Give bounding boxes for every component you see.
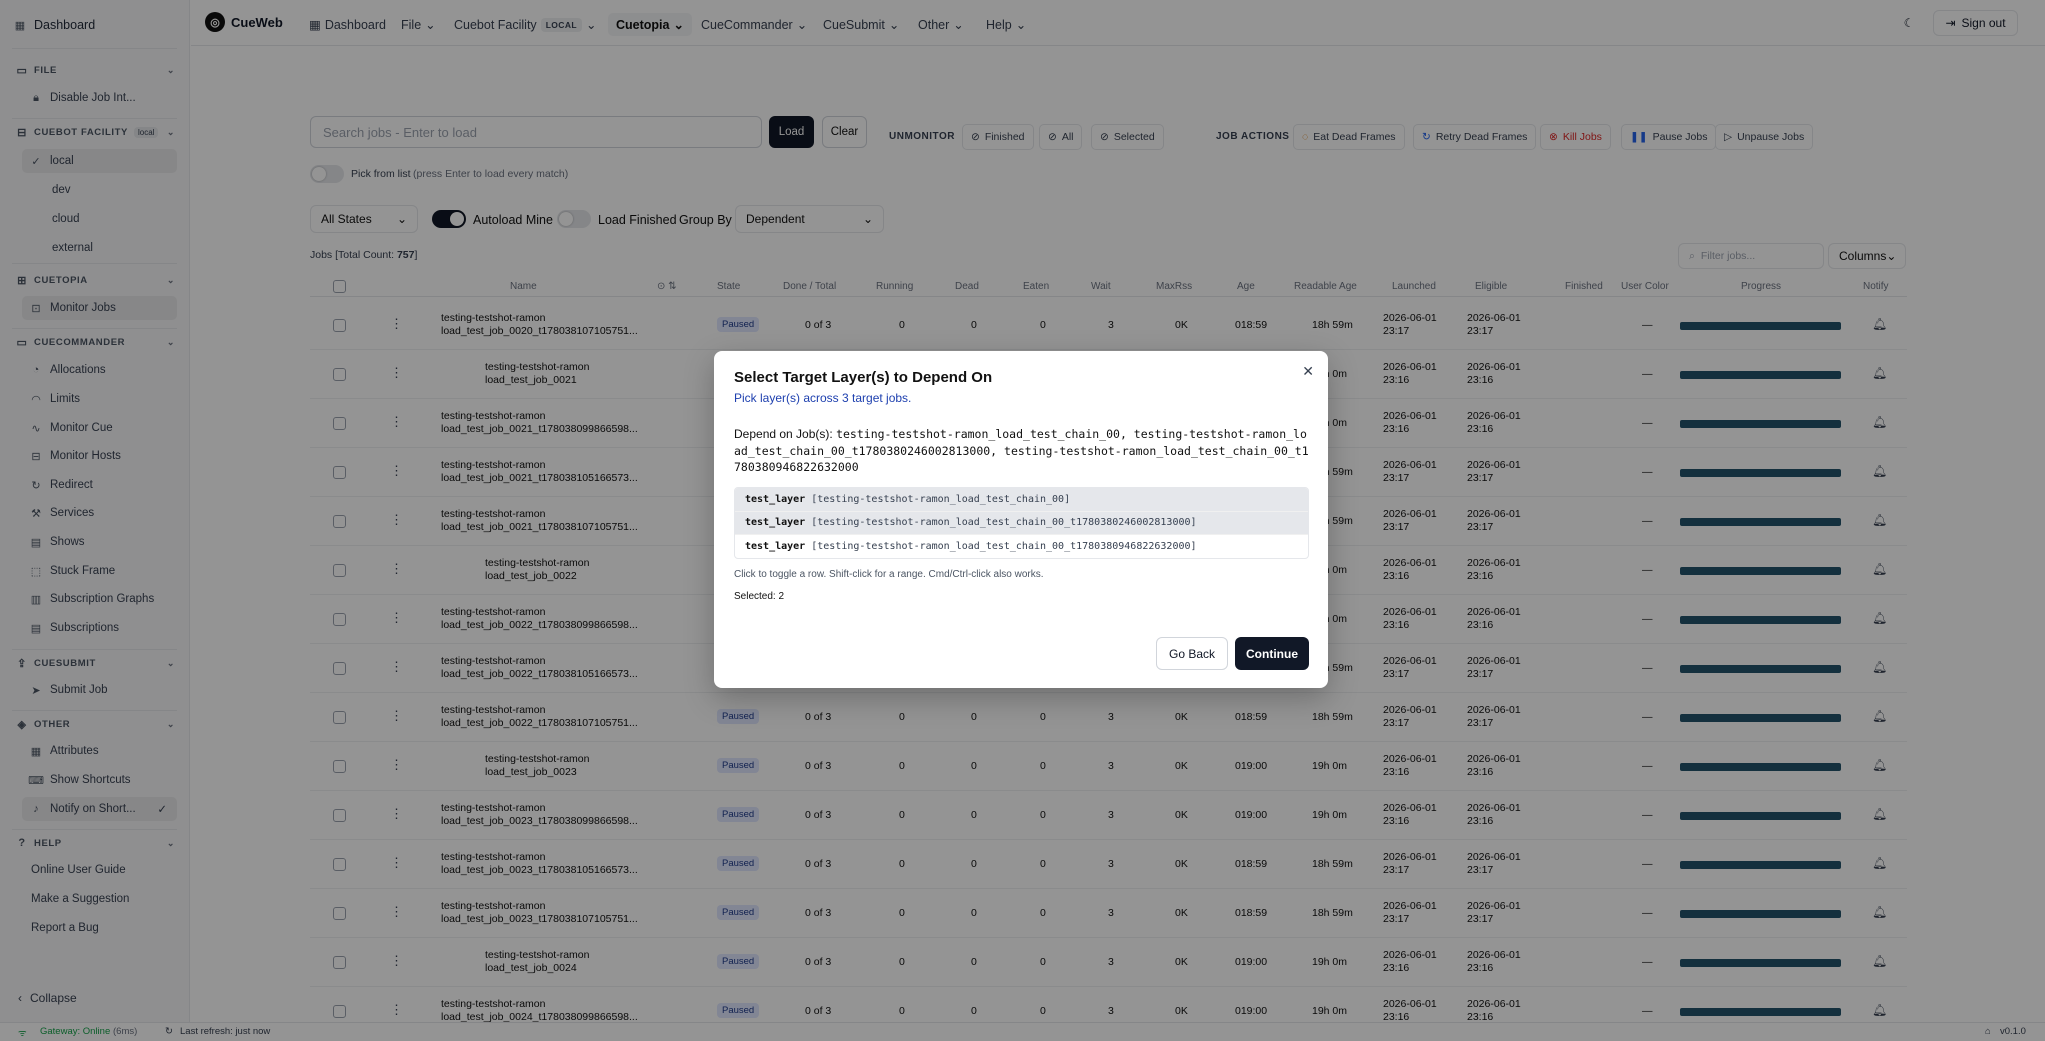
- layer-row[interactable]: test_layer [testing-testshot-ramon_load_t…: [735, 511, 1308, 535]
- layer-list: test_layer [testing-testshot-ramon_load_t…: [734, 487, 1309, 559]
- layer-job: [testing-testshot-ramon_load_test_chain_…: [811, 517, 1197, 529]
- layer-name: test_layer: [745, 493, 806, 505]
- layer-name: test_layer: [745, 517, 806, 529]
- select-target-layers-dialog: Select Target Layer(s) to Depend On Pick…: [714, 351, 1328, 688]
- layer-row[interactable]: test_layer [testing-testshot-ramon_load_t…: [735, 488, 1308, 512]
- cueweb-app: ▦ Dashboard ▭ FILE ⌄ 🔒︎ Disable Job Int.…: [0, 0, 2045, 1041]
- depend-on-label: Depend on Job(s):: [734, 427, 833, 441]
- layer-name: test_layer: [745, 540, 806, 552]
- go-back-button[interactable]: Go Back: [1156, 637, 1228, 670]
- selected-count: Selected: 2: [734, 591, 785, 602]
- dialog-subtitle: Pick layer(s) across 3 target jobs.: [734, 391, 912, 405]
- selection-help-text: Click to toggle a row. Shift-click for a…: [734, 569, 1044, 580]
- layer-job: [testing-testshot-ramon_load_test_chain_…: [811, 540, 1197, 552]
- dialog-title: Select Target Layer(s) to Depend On: [734, 369, 993, 386]
- layer-row[interactable]: test_layer [testing-testshot-ramon_load_t…: [735, 535, 1308, 558]
- close-icon[interactable]: ✕: [1302, 363, 1314, 380]
- depend-on-jobs: Depend on Job(s): testing-testshot-ramon…: [734, 426, 1309, 476]
- continue-button[interactable]: Continue: [1235, 637, 1309, 670]
- layer-job: [testing-testshot-ramon_load_test_chain_…: [811, 493, 1071, 505]
